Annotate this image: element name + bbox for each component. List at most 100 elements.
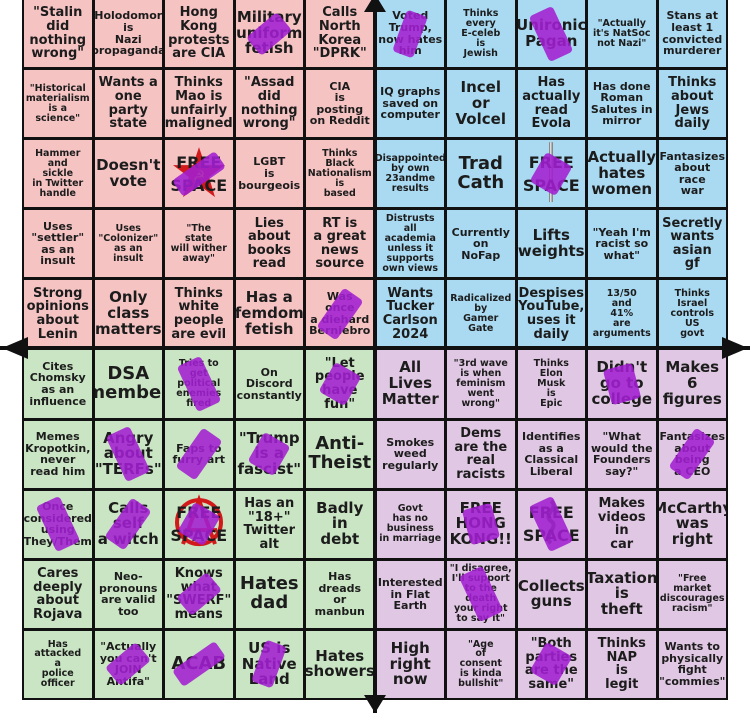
bingo-cell[interactable]: Tries to get political enemies fired <box>165 350 233 418</box>
bingo-cell[interactable]: Only class matters <box>94 280 162 348</box>
bingo-cell[interactable]: Lies about books read <box>235 210 303 278</box>
bingo-cell[interactable]: Lifts weights <box>517 210 585 278</box>
bingo-cell[interactable]: Thinks every E-celeb is Jewish <box>447 0 515 68</box>
bingo-cell[interactable]: Thinks Israel controls US govt <box>658 280 726 348</box>
bingo-cell[interactable]: IQ graphs saved on computer <box>376 70 444 138</box>
bingo-cell[interactable]: Has dreads or manbun <box>306 560 374 628</box>
bingo-cell[interactable]: Thinks Black Nationalism is based <box>306 140 374 208</box>
bingo-cell[interactable]: "Stalin did nothing wrong" <box>24 0 92 68</box>
bingo-cell[interactable]: "Trump is a fascist" <box>235 420 303 488</box>
bingo-cell[interactable]: Has a femdom fetish <box>235 280 303 348</box>
bingo-cell[interactable]: FREE HONG KONG!! <box>447 490 515 558</box>
bingo-cell[interactable]: 13/50 and 41% are arguments <box>588 280 656 348</box>
bingo-cell[interactable]: Didn't go to college <box>588 350 656 418</box>
bingo-cell[interactable]: "Age of consent is kinda bullshit" <box>447 630 515 698</box>
bingo-cell[interactable]: "Actually you can't JOIN Antifa" <box>94 630 162 698</box>
bingo-cell-free-space[interactable]: FREE SPACE <box>165 490 233 558</box>
bingo-cell[interactable]: Currently on NoFap <box>447 210 515 278</box>
bingo-cell-text: Thinks Israel controls US govt <box>670 288 715 339</box>
bingo-cell[interactable]: Wants to physically fight "commies" <box>658 630 726 698</box>
bingo-cell[interactable]: DSA member <box>94 350 162 418</box>
bingo-cell[interactable]: Has attacked a police officer <box>24 630 92 698</box>
bingo-cell[interactable]: Thinks Elon Musk is Epic <box>517 350 585 418</box>
bingo-cell[interactable]: Strong opinions about Lenin <box>24 280 92 348</box>
bingo-cell[interactable]: McCarthy was right <box>658 490 726 558</box>
bingo-cell[interactable]: "Free market discourages racism" <box>658 560 726 628</box>
bingo-cell[interactable]: Cares deeply about Rojava <box>24 560 92 628</box>
bingo-cell[interactable]: Fantasizes about race war <box>658 140 726 208</box>
bingo-cell[interactable]: Makes 6 figures <box>658 350 726 418</box>
bingo-cell[interactable]: On Discord constantly <box>235 350 303 418</box>
bingo-cell[interactable]: "Both parties are the same" <box>517 630 585 698</box>
bingo-cell[interactable]: "3rd wave is when feminism went wrong" <box>447 350 515 418</box>
bingo-cell[interactable]: "I disagree, I'll support to the death y… <box>447 560 515 628</box>
bingo-cell[interactable]: Has an "18+" Twitter alt <box>235 490 303 558</box>
bingo-cell[interactable]: Doesn't vote <box>94 140 162 208</box>
bingo-cell[interactable]: Once considered using They/Them <box>24 490 92 558</box>
bingo-cell[interactable]: Thinks NAP is legit <box>588 630 656 698</box>
bingo-cell-free-space[interactable]: FREE SPACE <box>517 140 585 208</box>
bingo-cell[interactable]: Wants a one party state <box>94 70 162 138</box>
bingo-cell[interactable]: US is Native Land <box>235 630 303 698</box>
bingo-cell[interactable]: Thinks about Jews daily <box>658 70 726 138</box>
bingo-cell[interactable]: Dems are the real racists <box>447 420 515 488</box>
bingo-cell[interactable]: Thinks Mao is unfairly maligned <box>165 70 233 138</box>
bingo-cell[interactable]: Thinks white people are evil <box>165 280 233 348</box>
bingo-cell[interactable]: Neo- pronouns are valid too <box>94 560 162 628</box>
bingo-cell[interactable]: Stans at least 1 convicted murderer <box>658 0 726 68</box>
bingo-cell[interactable]: Calls self a witch <box>94 490 162 558</box>
bingo-cell[interactable]: Holodomor is Nazi propaganda <box>94 0 162 68</box>
bingo-cell[interactable]: Fantasizes about being a CEO <box>658 420 726 488</box>
bingo-cell[interactable]: Collects guns <box>517 560 585 628</box>
bingo-cell[interactable]: Unironic Pagan <box>517 0 585 68</box>
bingo-cell[interactable]: Has actually read Evola <box>517 70 585 138</box>
bingo-cell[interactable]: Memes Kropotkin, never read him <box>24 420 92 488</box>
bingo-cell[interactable]: Distrusts all academia unless it support… <box>376 210 444 278</box>
bingo-cell[interactable]: Identifies as a Classical Liberal <box>517 420 585 488</box>
bingo-cell[interactable]: All Lives Matter <box>376 350 444 418</box>
bingo-cell[interactable]: Military uniform fetish <box>235 0 303 68</box>
bingo-cell[interactable]: Hates dad <box>235 560 303 628</box>
bingo-cell[interactable]: Incel or Volcel <box>447 70 515 138</box>
bingo-cell[interactable]: Hates showers <box>306 630 374 698</box>
bingo-cell[interactable]: Knows what "SWERF" means <box>165 560 233 628</box>
bingo-cell[interactable]: "Yeah I'm racist so what" <box>588 210 656 278</box>
bingo-cell[interactable]: Radicalized by Gamer Gate <box>447 280 515 348</box>
bingo-cell[interactable]: Was once a diehard Berniebro <box>306 280 374 348</box>
bingo-cell[interactable]: Interested in Flat Earth <box>376 560 444 628</box>
bingo-cell[interactable]: High right now <box>376 630 444 698</box>
bingo-cell[interactable]: "What would the Founders say?" <box>588 420 656 488</box>
bingo-cell[interactable]: "Historical materialism is a science" <box>24 70 92 138</box>
bingo-cell[interactable]: ACAB <box>165 630 233 698</box>
bingo-cell[interactable]: Trad Cath <box>447 140 515 208</box>
bingo-cell[interactable]: Actually hates women <box>588 140 656 208</box>
bingo-cell-free-space[interactable]: FREE SPACE <box>517 490 585 558</box>
bingo-cell[interactable]: Taxation is theft <box>588 560 656 628</box>
bingo-cell[interactable]: RT is a great news source <box>306 210 374 278</box>
bingo-cell[interactable]: Faps to furry art <box>165 420 233 488</box>
bingo-cell[interactable]: LGBT is bourgeois <box>235 140 303 208</box>
bingo-cell[interactable]: Uses "Colonizer" as an insult <box>94 210 162 278</box>
bingo-cell[interactable]: "Actually it's NatSoc not Nazi" <box>588 0 656 68</box>
bingo-cell[interactable]: "Let people have fun" <box>306 350 374 418</box>
bingo-cell[interactable]: Badly in debt <box>306 490 374 558</box>
bingo-cell[interactable]: Anti- Theist <box>306 420 374 488</box>
bingo-cell[interactable]: Has done Roman Salutes in mirror <box>588 70 656 138</box>
bingo-cell[interactable]: Angry about "TERFs" <box>94 420 162 488</box>
bingo-cell[interactable]: Disappointed by own 23andme results <box>376 140 444 208</box>
bingo-cell[interactable]: Wants Tucker Carlson 2024 <box>376 280 444 348</box>
bingo-cell[interactable]: Hong Kong protests are CIA <box>165 0 233 68</box>
bingo-cell[interactable]: Despises YouTube, uses it daily <box>517 280 585 348</box>
bingo-cell[interactable]: Smokes weed regularly <box>376 420 444 488</box>
bingo-cell[interactable]: Uses "settler" as an insult <box>24 210 92 278</box>
bingo-cell[interactable]: CIA is posting on Reddit <box>306 70 374 138</box>
bingo-cell[interactable]: Voted Trump, now hates him <box>376 0 444 68</box>
bingo-cell[interactable]: "The state will wither away" <box>165 210 233 278</box>
bingo-cell[interactable]: Govt has no business in marriage <box>376 490 444 558</box>
bingo-cell[interactable]: Makes videos in car <box>588 490 656 558</box>
bingo-cell-free-space[interactable]: ☭FREE SPACE <box>165 140 233 208</box>
bingo-cell[interactable]: Hammer and sickle in Twitter handle <box>24 140 92 208</box>
bingo-cell[interactable]: "Assad did nothing wrong" <box>235 70 303 138</box>
bingo-cell[interactable]: Cites Chomsky as an influence <box>24 350 92 418</box>
bingo-cell[interactable]: Secretly wants asian gf <box>658 210 726 278</box>
